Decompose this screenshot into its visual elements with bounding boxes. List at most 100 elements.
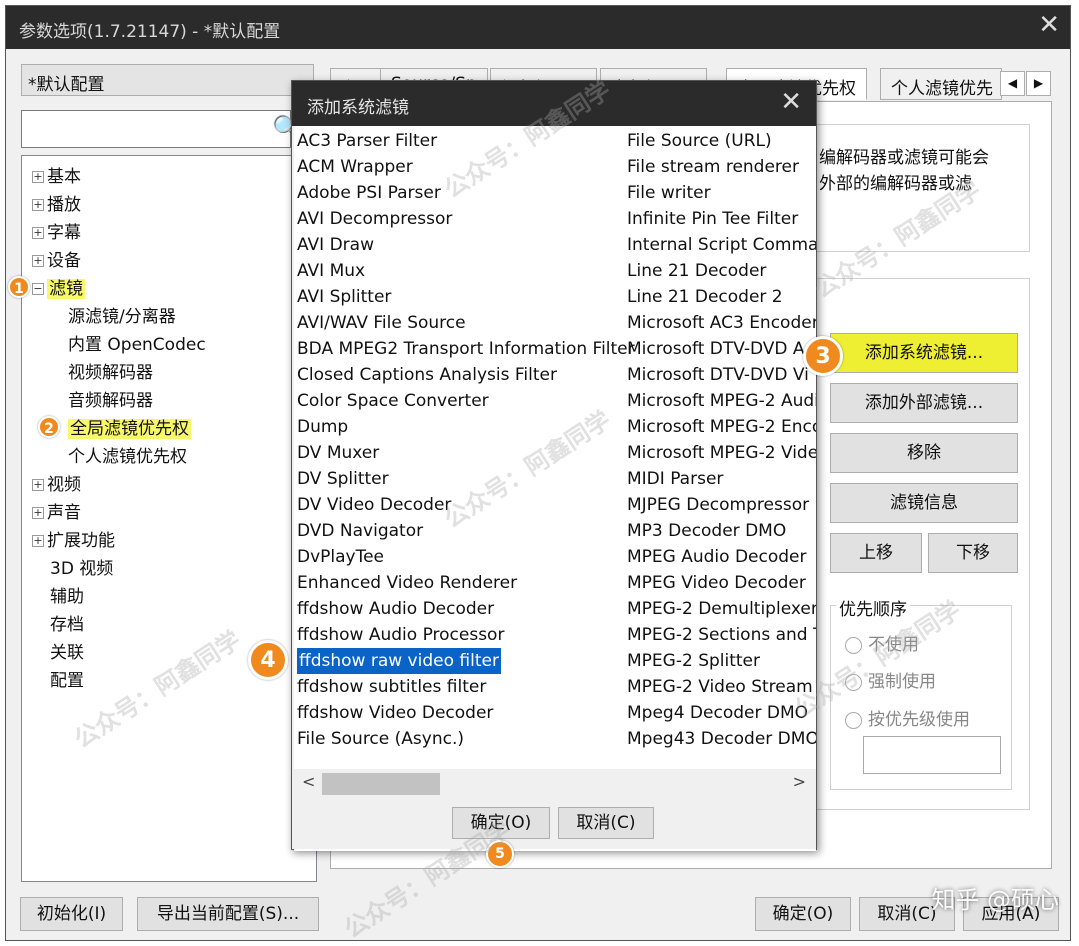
expand-icon[interactable]: + xyxy=(32,171,44,183)
filter-list-item[interactable]: ffdshow Audio Processor xyxy=(297,622,504,648)
filter-list-item[interactable]: DV Splitter xyxy=(297,466,389,492)
tree-node[interactable]: + 扩展功能 xyxy=(32,528,115,554)
expand-icon[interactable]: + xyxy=(32,507,44,519)
tree-node[interactable]: 视频解码器 xyxy=(68,360,153,386)
tree-node[interactable]: 辅助 xyxy=(32,584,84,610)
priority-value-input[interactable] xyxy=(863,736,1001,774)
tree-node[interactable]: 3D 视频 xyxy=(32,556,113,582)
filter-list-item[interactable]: Line 21 Decoder 2 xyxy=(627,284,783,310)
filter-list-item[interactable]: MJPEG Decompressor xyxy=(627,492,809,518)
tree-node[interactable]: 存档 xyxy=(32,612,84,638)
filter-list-item[interactable]: Microsoft DTV-DVD A xyxy=(627,336,805,362)
filter-list-item[interactable]: Color Space Converter xyxy=(297,388,489,414)
collapse-icon[interactable]: − xyxy=(32,283,44,295)
filter-list-item[interactable]: DVD Navigator xyxy=(297,518,423,544)
filter-list-item[interactable]: File stream renderer xyxy=(627,154,799,180)
filter-list-item[interactable]: DV Muxer xyxy=(297,440,379,466)
filter-list-item[interactable]: Microsoft MPEG-2 Audi xyxy=(627,388,816,414)
filter-list-item[interactable]: AC3 Parser Filter xyxy=(297,128,437,154)
filter-list-item[interactable]: ACM Wrapper xyxy=(297,154,413,180)
tab-scroll-right-icon[interactable]: ▶ xyxy=(1026,71,1051,96)
filter-list-item[interactable]: AVI Splitter xyxy=(297,284,391,310)
expand-icon[interactable]: + xyxy=(32,535,44,547)
move-down-button[interactable]: 下移 xyxy=(928,533,1018,573)
filter-list-item[interactable]: Microsoft MPEG-2 Vide xyxy=(627,440,816,466)
filter-list-item[interactable]: MPEG-2 Splitter xyxy=(627,648,760,674)
filter-list-item[interactable]: MPEG-2 Sections and T xyxy=(627,622,816,648)
filter-list-item[interactable]: AVI Mux xyxy=(297,258,365,284)
tab-scroll-left-icon[interactable]: ◀ xyxy=(1000,71,1025,96)
filter-list-item[interactable]: BDA MPEG2 Transport Information Filter xyxy=(297,336,635,362)
close-icon[interactable]: ✕ xyxy=(1038,10,1060,40)
filter-list-item[interactable]: Infinite Pin Tee Filter xyxy=(627,206,798,232)
tree-node[interactable]: 音频解码器 xyxy=(68,388,153,414)
horizontal-scrollbar[interactable]: < > xyxy=(294,769,816,797)
add-system-filter-button[interactable]: 添加系统滤镜... xyxy=(830,333,1018,373)
radio-force-use[interactable]: 强制使用 xyxy=(845,667,936,692)
filter-list-item[interactable]: Microsoft DTV-DVD Vi xyxy=(627,362,809,388)
filter-list-item[interactable]: MIDI Parser xyxy=(627,466,723,492)
scroll-right-icon[interactable]: > xyxy=(793,772,806,791)
export-config-button[interactable]: 导出当前配置(S)... xyxy=(137,897,319,931)
filter-list-item[interactable]: File writer xyxy=(627,180,711,206)
scroll-thumb[interactable] xyxy=(322,773,440,795)
filter-list-item[interactable]: File Source (URL) xyxy=(627,128,772,154)
filter-list-item[interactable]: ffdshow Video Decoder xyxy=(297,700,493,726)
filter-list-item[interactable]: MPEG Video Decoder xyxy=(627,570,806,596)
tree-node[interactable]: 关联 xyxy=(32,640,84,666)
tree-node[interactable]: 个人滤镜优先权 xyxy=(68,444,187,470)
initialize-button[interactable]: 初始化(I) xyxy=(20,897,123,931)
tree-node[interactable]: 全局滤镜优先权 xyxy=(68,416,191,442)
remove-button[interactable]: 移除 xyxy=(830,433,1018,473)
filter-list-item[interactable]: Line 21 Decoder xyxy=(627,258,766,284)
filter-list-item[interactable]: Microsoft AC3 Encoder xyxy=(627,310,816,336)
filter-list-item[interactable]: File Source (Async.) xyxy=(297,726,464,752)
tree-node[interactable]: + 声音 xyxy=(32,500,81,526)
filter-list-item[interactable]: AVI Decompressor xyxy=(297,206,452,232)
filter-list-item[interactable]: Mpeg4 Decoder DMO xyxy=(627,700,808,726)
filter-list-item[interactable]: Adobe PSI Parser xyxy=(297,180,441,206)
filter-list-item[interactable]: ffdshow subtitles filter xyxy=(297,674,486,700)
filter-list-item[interactable]: MPEG Audio Decoder xyxy=(627,544,807,570)
filter-list-item[interactable]: Closed Captions Analysis Filter xyxy=(297,362,557,388)
filter-list-item[interactable]: ffdshow raw video filter xyxy=(297,648,501,674)
expand-icon[interactable]: + xyxy=(32,199,44,211)
radio-by-priority[interactable]: 按优先级使用 xyxy=(845,705,970,730)
filter-list-item[interactable]: DvPlayTee xyxy=(297,544,384,570)
filter-list[interactable]: AC3 Parser Filter ACM Wrapper Adobe PSI Pa… xyxy=(294,126,816,851)
filter-list-item[interactable]: Enhanced Video Renderer xyxy=(297,570,517,596)
filter-list-item[interactable]: MP3 Decoder DMO xyxy=(627,518,786,544)
filter-info-button[interactable]: 滤镜信息 xyxy=(830,483,1018,523)
tree-node[interactable]: + 视频 xyxy=(32,472,81,498)
tree-node[interactable]: + 基本 xyxy=(32,164,81,190)
filter-list-item[interactable]: AVI/WAV File Source xyxy=(297,310,466,336)
expand-icon[interactable]: + xyxy=(32,227,44,239)
search-input[interactable] xyxy=(21,110,291,148)
filter-list-item[interactable]: DV Video Decoder xyxy=(297,492,451,518)
tree-node[interactable]: + 字幕 xyxy=(32,220,81,246)
tab-personal-filter-priority[interactable]: 个人滤镜优先 xyxy=(880,68,1002,100)
filter-list-item[interactable]: MPEG-2 Demultiplexer xyxy=(627,596,816,622)
tree-node[interactable]: + 设备 xyxy=(32,248,81,274)
filter-list-item[interactable]: MPEG-2 Video Stream A xyxy=(627,674,816,700)
move-up-button[interactable]: 上移 xyxy=(830,533,922,573)
filter-list-item[interactable]: Internal Script Comman xyxy=(627,232,816,258)
profile-selector[interactable]: *默认配置 xyxy=(21,64,314,96)
tree-node[interactable]: − 滤镜 xyxy=(32,276,85,302)
tree-node[interactable]: 内置 OpenCodec xyxy=(68,332,206,358)
tree-node[interactable]: + 播放 xyxy=(32,192,81,218)
tree-node[interactable]: 配置 xyxy=(32,668,84,694)
dialog-ok-button[interactable]: 确定(O) xyxy=(452,807,550,839)
expand-icon[interactable]: + xyxy=(32,479,44,491)
add-external-filter-button[interactable]: 添加外部滤镜... xyxy=(830,383,1018,423)
dialog-close-icon[interactable]: ✕ xyxy=(780,87,802,117)
filter-list-item[interactable]: Mpeg43 Decoder DMO xyxy=(627,726,816,752)
filter-list-item[interactable]: Dump xyxy=(297,414,348,440)
scroll-left-icon[interactable]: < xyxy=(302,772,315,791)
filter-list-item[interactable]: AVI Draw xyxy=(297,232,374,258)
expand-icon[interactable]: + xyxy=(32,255,44,267)
radio-not-use[interactable]: 不使用 xyxy=(845,630,919,655)
tree-node[interactable]: 源滤镜/分离器 xyxy=(68,304,176,330)
filter-list-item[interactable]: ffdshow Audio Decoder xyxy=(297,596,494,622)
dialog-cancel-button[interactable]: 取消(C) xyxy=(558,807,654,839)
